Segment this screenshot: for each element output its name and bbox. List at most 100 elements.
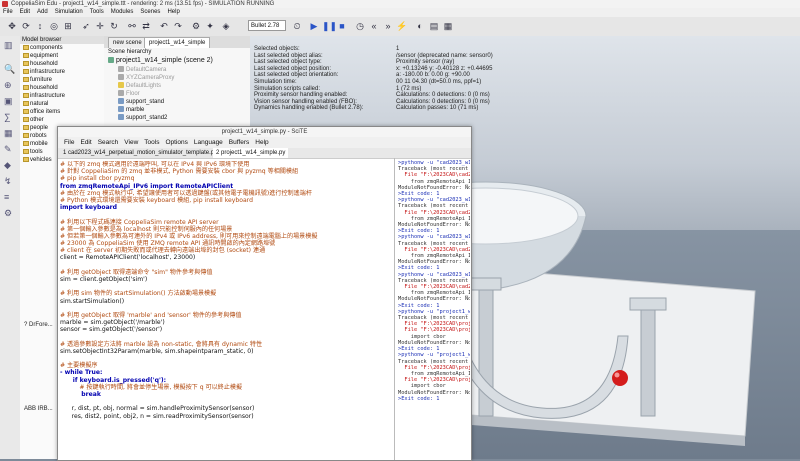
editor-tab-project[interactable]: 2 project1_w14_simple.py	[213, 148, 289, 158]
output-line: Traceback (most recent call last):	[398, 240, 469, 247]
app-title-bar: CoppeliaSim Edu - project1_w14_simple.tt…	[0, 0, 800, 8]
output-pane[interactable]: >pythonw -u "cad2023_w14_perpetual_motio…	[398, 160, 470, 459]
model-folder[interactable]: infrastructure	[20, 68, 104, 76]
editor-menu-item[interactable]: Language	[194, 139, 223, 146]
code-line: # 利用以下程式碼連接 CoppeliaSim remote API serve…	[60, 218, 219, 226]
menu-item[interactable]: Edit	[20, 9, 30, 15]
select-icon[interactable]: ➶	[80, 20, 92, 32]
scripts-icon[interactable]: ✎	[4, 144, 15, 155]
layers-icon[interactable]: ≡	[4, 192, 15, 203]
page-selector-icon[interactable]: ▤	[428, 20, 440, 32]
stop-icon[interactable]: ■	[336, 20, 348, 32]
menu-item[interactable]: File	[3, 9, 13, 15]
camera-angle-icon[interactable]: ◎	[48, 20, 60, 32]
model-folder[interactable]: natural	[20, 100, 104, 108]
redo-icon[interactable]: ↷	[172, 20, 184, 32]
search-icon[interactable]: 🔍	[4, 64, 15, 75]
collections-icon[interactable]: ▦	[4, 128, 15, 139]
move-icon[interactable]: ✛	[94, 20, 106, 32]
faster-icon[interactable]: »	[382, 20, 394, 32]
hierarchy-item-lights[interactable]: DefaultLights	[118, 82, 161, 90]
model-folder[interactable]: other	[20, 116, 104, 124]
rotate-object-icon[interactable]: ↻	[108, 20, 120, 32]
menu-item[interactable]: Tools	[90, 9, 104, 15]
hierarchy-item-marble[interactable]: marble	[118, 106, 144, 114]
info-value: Calculations: 0 detections: 0 (0 ms)	[396, 98, 490, 105]
menu-item[interactable]: Simulation	[55, 9, 83, 15]
real-time-icon[interactable]: ◷	[354, 20, 366, 32]
model-folder[interactable]: components	[20, 44, 104, 52]
physics-icon[interactable]: ◈	[220, 20, 232, 32]
editor-menu-item[interactable]: Edit	[80, 139, 91, 146]
object-properties-icon[interactable]: ▣	[4, 96, 15, 107]
pane-splitter[interactable]	[394, 158, 395, 460]
info-value: Calculations: 0 detections: 0 (0 ms)	[396, 92, 490, 99]
camera-shift-icon[interactable]: ↕	[34, 20, 46, 32]
menu-item[interactable]: Add	[37, 9, 48, 15]
play-icon[interactable]: ▶	[308, 20, 320, 32]
hierarchy-item-support2[interactable]: support_stand2	[118, 114, 167, 122]
model-folder[interactable]: furniture	[20, 76, 104, 84]
calculation-modules-icon[interactable]: ∑	[4, 112, 15, 123]
editor-tab-template[interactable]: 1 cad2023_w14_perpetual_motion_simulator…	[60, 148, 220, 158]
model-folder[interactable]: office items	[20, 108, 104, 116]
dynamics-icon[interactable]: ⚙	[190, 20, 202, 32]
model-folder[interactable]: household	[20, 84, 104, 92]
thread-render-icon[interactable]: ⚡	[396, 20, 408, 32]
camera-rotate-icon[interactable]: ⟳	[20, 20, 32, 32]
floor-icon	[118, 90, 124, 97]
physics-engine-select[interactable]: Bullet 2.78	[248, 20, 286, 31]
hierarchy-item-xyz[interactable]: XYZCameraProxy	[118, 74, 174, 82]
editor-menu-item[interactable]: Tools	[144, 139, 159, 146]
model-folder[interactable]: infrastructure	[20, 92, 104, 100]
menu-item[interactable]: Help	[167, 9, 179, 15]
engine-icon[interactable]: ✦	[204, 20, 216, 32]
info-row: Dynamics handling enabled (Bullet 2.78):…	[254, 105, 514, 112]
editor-menu-item[interactable]: Options	[165, 139, 187, 146]
code-line: r, dist, pt, obj, normal = sim.handlePro…	[60, 405, 255, 413]
hierarchy-item-camera[interactable]: DefaultCamera	[118, 66, 166, 74]
camera-pan-icon[interactable]: ✥	[6, 20, 18, 32]
editor-menu-item[interactable]: Search	[98, 139, 119, 146]
menu-item[interactable]: Scenes	[140, 9, 160, 15]
output-line: ModuleNotFoundError: No module named 'cb…	[398, 389, 470, 396]
editor-title: project1_w14_simple.py - SciTE	[58, 127, 471, 137]
tab-new-scene[interactable]: new scene	[108, 37, 147, 48]
paths-icon[interactable]: ↯	[4, 176, 15, 187]
transfer-dna-icon[interactable]: ⇄	[140, 20, 152, 32]
timestep-icon[interactable]: ⏲	[291, 20, 303, 32]
output-line: File "F:\2023CAD\cad2023_w14_perpetual_m…	[404, 172, 470, 179]
code-pane[interactable]: # 以下的 zmq 模式適用於遠端呼叫, 可以在 IPv4 與 IPv6 環境下…	[60, 161, 340, 459]
editor-menu-item[interactable]: Buffers	[229, 139, 249, 146]
scene-icon	[108, 57, 114, 64]
hierarchy-item-floor[interactable]: Floor	[118, 90, 140, 98]
main-toolbar: ✥ ⟳ ↕ ◎ ⊞ ➶ ✛ ↻ ⚯ ⇄ ↶ ↷ ⚙ ✦ ◈ Bullet 2.7…	[0, 17, 800, 37]
assemble-icon[interactable]: ⚯	[126, 20, 138, 32]
model-browser-icon[interactable]: ▥	[4, 40, 15, 51]
undo-icon[interactable]: ↶	[158, 20, 170, 32]
hierarchy-item-scene[interactable]: project1_w14_simple (scene 2)	[108, 57, 213, 65]
zoom-icon[interactable]: ⊕	[4, 80, 15, 91]
slower-icon[interactable]: «	[368, 20, 380, 32]
toggle-visualization-icon[interactable]: ◐	[414, 20, 426, 32]
pause-icon[interactable]: ❚❚	[322, 20, 337, 32]
model-folder-label: equipment	[30, 53, 59, 59]
model-folder[interactable]: household	[20, 60, 104, 68]
tab-project1[interactable]: project1_w14_simple	[144, 37, 211, 48]
editor-menu-item[interactable]: File	[64, 139, 74, 146]
output-line: Traceback (most recent call last):	[398, 203, 469, 210]
menu-item[interactable]: Modules	[111, 9, 134, 15]
hierarchy-item-support[interactable]: support_stand	[118, 98, 164, 106]
model-folder[interactable]: equipment	[20, 52, 104, 60]
code-line: sim = client.getObject('sim')	[60, 276, 148, 283]
model-folder-label: household	[30, 61, 58, 67]
editor-menu-item[interactable]: Help	[255, 139, 268, 146]
shapes-icon[interactable]: ◆	[4, 160, 15, 171]
editor-menu-item[interactable]: View	[124, 139, 138, 146]
scite-editor-window: project1_w14_simple.py - SciTE File Edit S…	[57, 126, 472, 461]
scene-selector-icon[interactable]: ▦	[442, 20, 454, 32]
app-title: CoppeliaSim Edu - project1_w14_simple.tt…	[11, 1, 275, 7]
settings-icon[interactable]: ⚙	[4, 208, 15, 219]
fit-view-icon[interactable]: ⊞	[62, 20, 74, 32]
